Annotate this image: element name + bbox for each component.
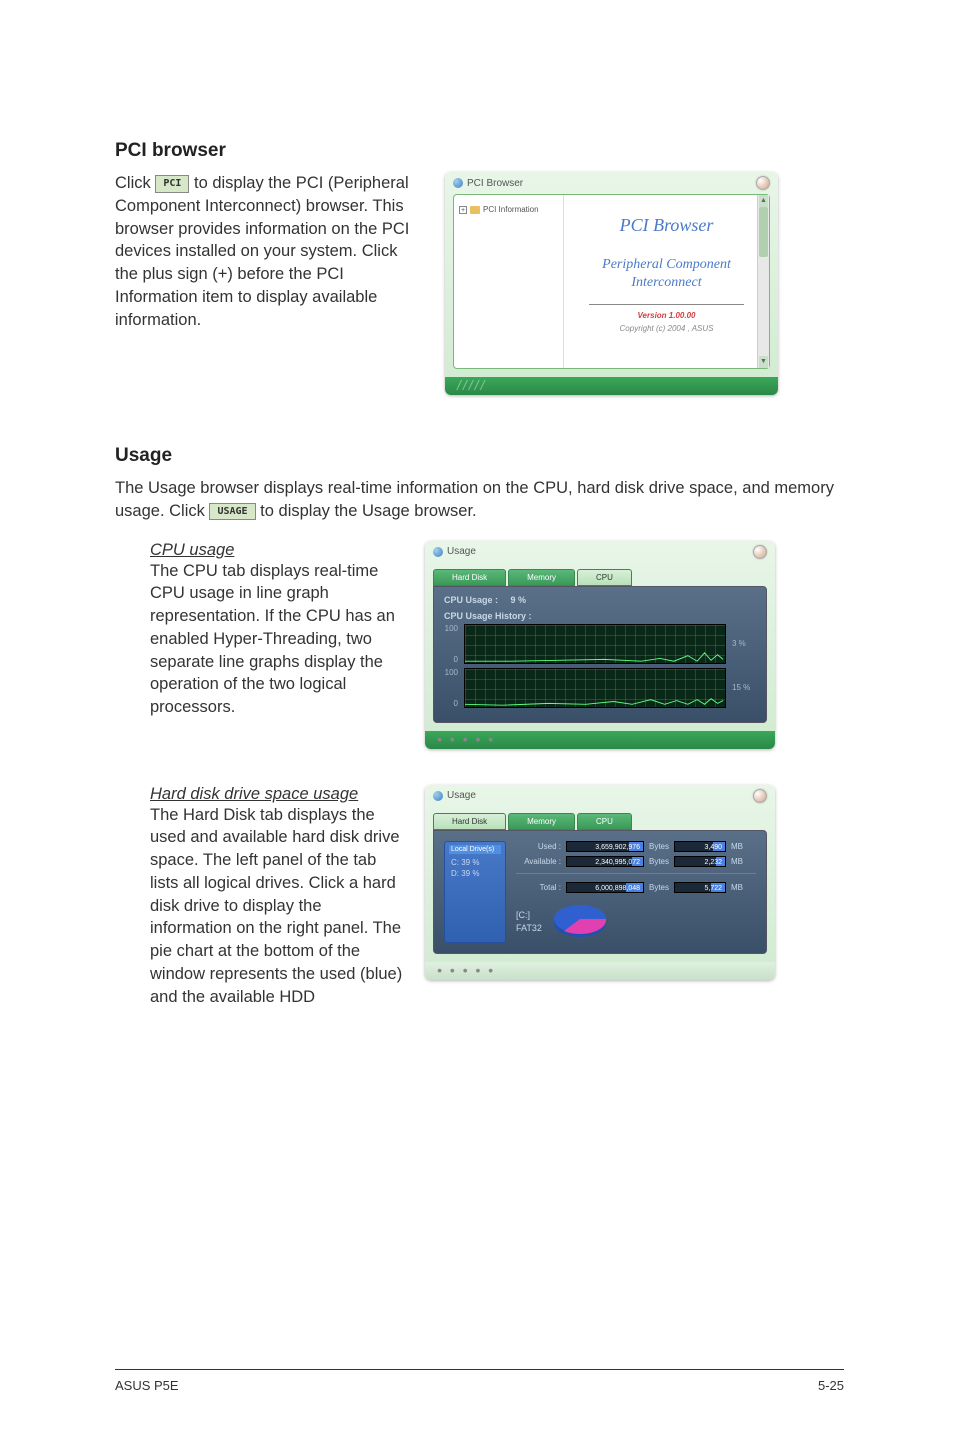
- drives-title: Local Drive(s): [449, 845, 501, 854]
- drives-panel: Local Drive(s) C: 39 % D: 39 %: [444, 841, 506, 943]
- pie-labels: [C:] FAT32: [516, 909, 542, 934]
- pci-main-subtitle: Peripheral Component Interconnect: [574, 256, 759, 292]
- pci-version-text: Version 1.00.00: [574, 311, 759, 320]
- usage-hdd-window: Usage Hard Disk Memory CPU Local Drive(s…: [425, 785, 775, 980]
- tab-hard-disk[interactable]: Hard Disk: [433, 569, 506, 586]
- graph-y-axis: 100 0: [444, 624, 458, 664]
- cpu-usage-label: CPU Usage : 9 %: [444, 595, 756, 605]
- tab-cpu[interactable]: CPU: [577, 813, 632, 830]
- scroll-thumb[interactable]: [759, 207, 768, 257]
- globe-icon: [433, 547, 443, 557]
- hdd-panel: Local Drive(s) C: 39 % D: 39 % Used : 3,…: [433, 830, 767, 954]
- scrollbar[interactable]: ▲ ▼: [757, 195, 769, 368]
- tab-cpu[interactable]: CPU: [577, 569, 632, 586]
- cpu-graph-1: [464, 624, 726, 664]
- pie-chart: [550, 901, 610, 943]
- pci-main-pane: PCI Browser Peripheral Component Interco…: [564, 195, 769, 368]
- usage-hdd-titlebar: Usage: [425, 785, 775, 807]
- globe-icon: [453, 178, 463, 188]
- graph-line-2: [465, 669, 725, 706]
- pci-sidebar: + PCI Information: [454, 195, 564, 368]
- close-icon[interactable]: [753, 545, 767, 559]
- cpu-history-label: CPU Usage History :: [444, 611, 756, 621]
- window-footer: • • • • •: [425, 962, 775, 980]
- hdd-usage-title: Hard disk drive space usage: [150, 785, 405, 804]
- pci-body-pre: Click: [115, 174, 155, 192]
- pci-window-title: PCI Browser: [467, 178, 523, 189]
- graph-line-1: [465, 625, 725, 662]
- usage-hdd-window-title: Usage: [447, 790, 476, 801]
- tab-memory[interactable]: Memory: [508, 813, 575, 830]
- cpu-usage-body: The CPU tab displays real-time CPU usage…: [150, 560, 405, 719]
- cpu-pct-1: 3 %: [732, 639, 756, 648]
- window-footer: /////: [445, 377, 778, 395]
- usage-window-title: Usage: [447, 546, 476, 557]
- footer-left: ASUS P5E: [115, 1378, 179, 1393]
- usage-icon-badge: USAGE: [209, 503, 255, 521]
- hdd-row-total: Total : 6,000,898,048 Bytes 5,722 MB: [516, 882, 756, 893]
- pci-icon-badge: PCI: [155, 175, 189, 193]
- pci-browser-window: PCI Browser + PCI Information: [445, 172, 778, 395]
- section-heading-pci: PCI browser: [115, 140, 844, 162]
- divider: [589, 304, 744, 305]
- tab-memory[interactable]: Memory: [508, 569, 575, 586]
- graph-y-axis: 100 0: [444, 668, 458, 708]
- cpu-usage-title: CPU usage: [150, 541, 405, 560]
- pci-body: Click PCI to display the PCI (Peripheral…: [115, 172, 415, 395]
- divider: [516, 873, 756, 874]
- hdd-row-available: Available : 2,340,995,072 Bytes 2,232 MB: [516, 856, 756, 867]
- usage-cpu-window: Usage Hard Disk Memory CPU CPU Usage :: [425, 541, 775, 749]
- cpu-usage-value: 9 %: [511, 595, 527, 605]
- cpu-graph-2: [464, 668, 726, 708]
- hdd-usage-body: The Hard Disk tab displays the used and …: [150, 804, 405, 1009]
- pci-tree-item[interactable]: + PCI Information: [459, 205, 558, 214]
- footer-page-number: 5-25: [818, 1378, 844, 1393]
- section-heading-usage: Usage: [115, 445, 844, 467]
- globe-icon: [433, 791, 443, 801]
- drive-item-c[interactable]: C: 39 %: [449, 857, 501, 868]
- cpu-pct-2: 15 %: [732, 683, 756, 692]
- pci-copyright-text: Copyright (c) 2004 , ASUS: [574, 324, 759, 333]
- usage-titlebar: Usage: [425, 541, 775, 563]
- close-icon[interactable]: [753, 789, 767, 803]
- close-icon[interactable]: [756, 176, 770, 190]
- pci-titlebar: PCI Browser: [445, 172, 778, 194]
- scroll-up-icon[interactable]: ▲: [759, 195, 768, 207]
- scroll-down-icon[interactable]: ▼: [759, 356, 768, 368]
- tab-hard-disk[interactable]: Hard Disk: [433, 813, 506, 830]
- folder-icon: [470, 206, 480, 214]
- pci-main-title: PCI Browser: [574, 215, 759, 236]
- pci-tree-label: PCI Information: [483, 205, 539, 214]
- pci-body-post: to display the PCI (Peripheral Component…: [115, 174, 409, 329]
- hdd-row-used: Used : 3,659,902,976 Bytes 3,490 MB: [516, 841, 756, 852]
- usage-intro: The Usage browser displays real-time inf…: [115, 477, 844, 523]
- plus-icon[interactable]: +: [459, 206, 467, 214]
- cpu-panel: CPU Usage : 9 % CPU Usage History : 100 …: [433, 586, 767, 723]
- drive-item-d[interactable]: D: 39 %: [449, 868, 501, 879]
- page-footer: ASUS P5E 5-25: [115, 1369, 844, 1393]
- window-footer: • • • • •: [425, 731, 775, 749]
- usage-intro-post: to display the Usage browser.: [260, 502, 476, 520]
